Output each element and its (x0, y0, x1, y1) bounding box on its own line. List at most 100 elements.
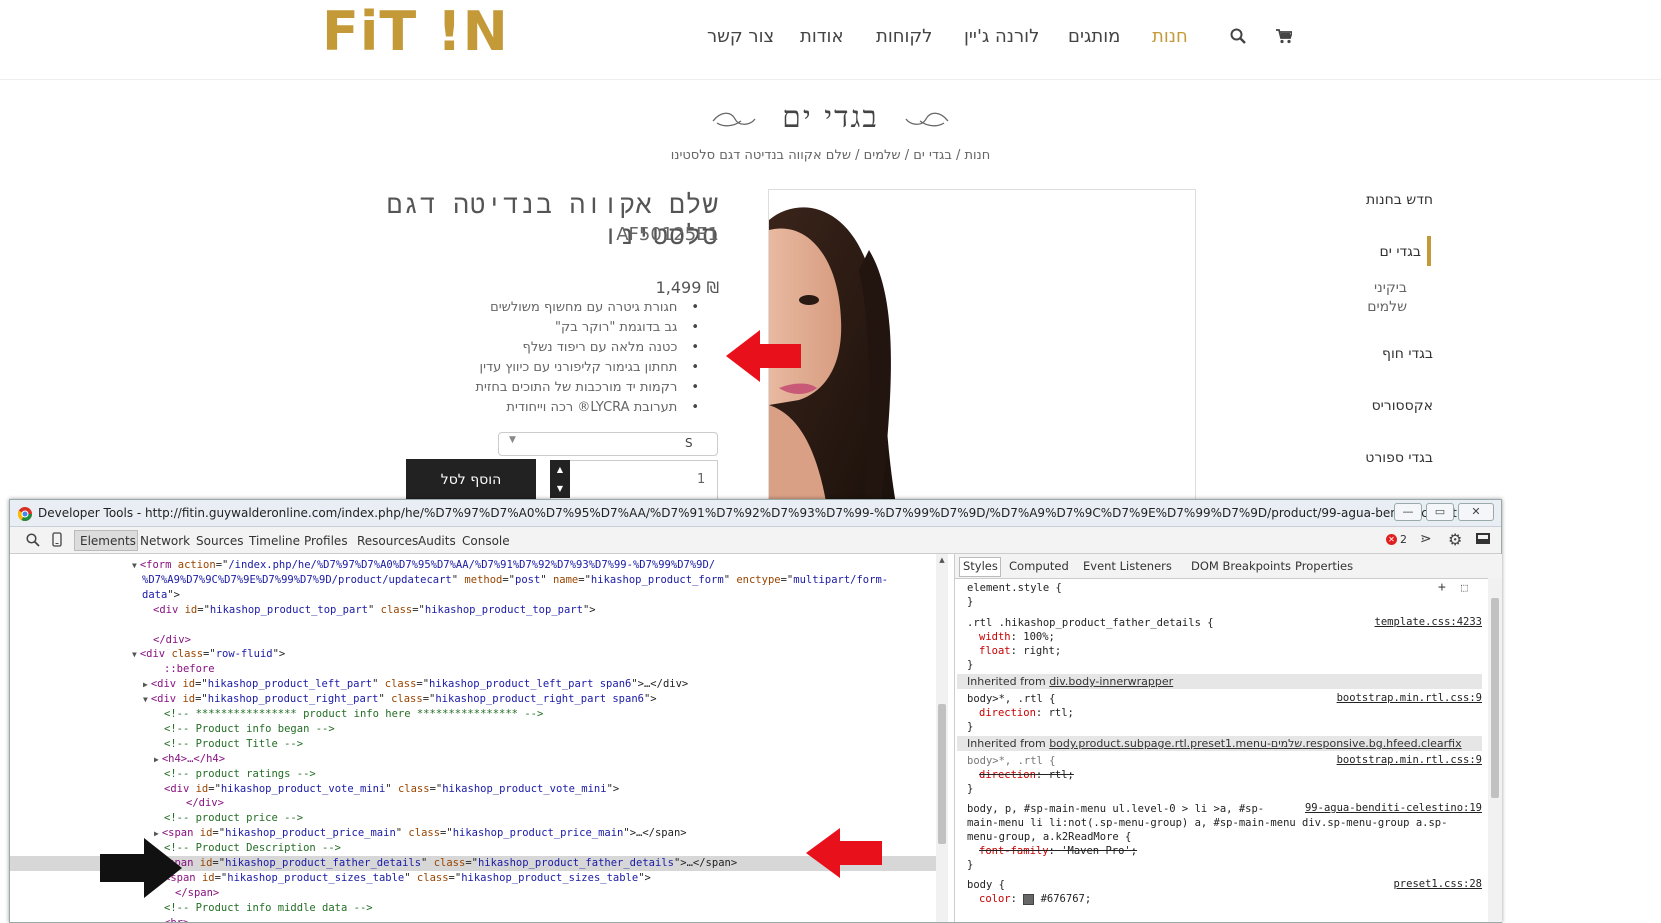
stepper-up-icon[interactable]: ▲ (550, 460, 570, 479)
dom-node-line[interactable]: <!-- Product Title --> (164, 737, 303, 752)
tab-timeline[interactable]: Timeline (249, 534, 300, 548)
rule4-selector[interactable]: body, p, #sp-main-menu ul.level-0 > li >… (967, 802, 1264, 816)
dom-node-line[interactable]: <!-- Product info middle data --> (164, 901, 373, 916)
tab-dom-breakpoints[interactable]: DOM Breakpoints (1191, 559, 1291, 573)
dom-node-line[interactable]: <span id="hikashop_product_sizes_table" … (164, 871, 651, 886)
rule5-selector[interactable]: body { (967, 878, 1005, 892)
tab-profiles[interactable]: Profiles (304, 534, 348, 548)
quantity-input[interactable]: 1 (550, 460, 718, 500)
element-style-selector[interactable]: element.style { (967, 581, 1062, 595)
dom-node-line[interactable]: ▶ <span id="hikashop_product_price_main" … (154, 826, 687, 841)
dom-node-line[interactable]: ▶ <h4>…</h4> (154, 752, 225, 767)
search-icon[interactable] (1230, 28, 1246, 48)
dom-node-line[interactable]: <!-- product price --> (164, 811, 303, 826)
dom-node-line[interactable]: %D7%A9%D7%9C%D7%9E%D7%99%D7%9D/product/u… (142, 573, 888, 588)
dom-node-line[interactable]: <!-- **************** product info here … (164, 707, 543, 722)
sidebar-item-beachwear[interactable]: בגדי חוף (1382, 346, 1433, 362)
add-to-cart-button[interactable]: הוסף לסל (406, 459, 536, 501)
sidebar-item-new[interactable]: חדש בחנות (1366, 192, 1433, 208)
tab-properties[interactable]: Properties (1295, 559, 1353, 573)
sidebar-item-accessories[interactable]: אקססוריס (1372, 398, 1433, 414)
error-icon[interactable]: ✕ (1386, 534, 1397, 545)
dom-node-line[interactable]: </div> (186, 796, 224, 811)
styles-panel[interactable]: Styles Computed Event Listeners DOM Brea… (954, 554, 1502, 922)
sidebar-item-swimwear[interactable]: בגדי ים (1379, 244, 1421, 260)
inspect-search-icon[interactable] (26, 532, 40, 551)
product-image[interactable] (768, 189, 1196, 521)
styles-scrollbar-thumb[interactable] (1491, 598, 1499, 798)
color-swatch[interactable] (1023, 893, 1035, 905)
rule5-source-link[interactable]: preset1.css:28 (1393, 878, 1482, 890)
expand-arrow-icon[interactable]: ▶ (154, 829, 159, 838)
quantity-stepper[interactable]: ▲ ▼ (550, 460, 570, 498)
rule1-source-link[interactable]: template.css:4233 (1375, 616, 1482, 628)
expand-arrow-icon[interactable]: ▶ (154, 755, 159, 764)
dom-node-line[interactable]: ::before (164, 662, 215, 677)
show-drawer-icon[interactable]: ⋗ (1420, 531, 1432, 547)
nav-contact[interactable]: צור קשר (707, 26, 774, 47)
rule1-selector[interactable]: .rtl .hikashop_product_father_details { (967, 616, 1214, 630)
dom-node-line[interactable]: data"> (142, 588, 180, 603)
collapse-arrow-icon[interactable]: ▼ (132, 561, 137, 570)
collapse-arrow-icon[interactable]: ▼ (132, 650, 137, 659)
error-count[interactable]: 2 (1400, 533, 1407, 546)
dock-icon[interactable] (1476, 533, 1490, 544)
cart-icon[interactable] (1276, 29, 1294, 48)
rule3-selector[interactable]: body>*, .rtl { (967, 754, 1056, 768)
rule1-prop-width[interactable]: width: 100%; (979, 630, 1055, 644)
expand-arrow-icon[interactable]: ▶ (143, 680, 148, 689)
dom-node-line[interactable]: ▼ <div id="hikashop_product_right_part" c… (143, 692, 657, 707)
nav-lorna-jane[interactable]: לורנה ג'יין (964, 26, 1039, 47)
tab-elements[interactable]: Elements (80, 534, 136, 548)
dom-node-line[interactable]: </div> (153, 633, 191, 648)
rule1-prop-float[interactable]: float: right; (979, 644, 1061, 658)
breadcrumb[interactable]: חנות / בגדי ים / שלמים / שלם אקווה בנדיט… (0, 148, 1661, 163)
dom-scrollbar[interactable]: ▲ (936, 554, 948, 922)
tab-event-listeners[interactable]: Event Listeners (1083, 559, 1172, 573)
tab-computed[interactable]: Computed (1009, 559, 1069, 573)
rule2-selector[interactable]: body>*, .rtl { (967, 692, 1056, 706)
stepper-down-icon[interactable]: ▼ (550, 479, 570, 498)
rule4-source-link[interactable]: 99-agua-benditi-celestino:19 (1305, 802, 1482, 814)
dom-node-line[interactable]: ▼ <div class="row-fluid"> (132, 647, 285, 662)
dom-node-line[interactable]: <div id="hikashop_product_top_part" clas… (153, 603, 596, 618)
styles-scrollbar[interactable] (1488, 578, 1502, 922)
site-logo[interactable]: FiT !N (322, 2, 509, 62)
dom-node-line[interactable]: ▶ <div id="hikashop_product_left_part" cl… (143, 677, 688, 692)
dom-node-line[interactable]: <!-- Product info began --> (164, 722, 335, 737)
dom-node-line[interactable]: ▼ <form action="/index.php/he/%D7%97%D7%A… (132, 558, 715, 573)
tab-resources[interactable]: Resources (357, 534, 418, 548)
nav-clients[interactable]: לקוחות (876, 26, 932, 47)
size-select[interactable]: ▼ S (498, 432, 718, 456)
sidebar-item-one-piece[interactable]: שלמים (1367, 299, 1407, 315)
collapse-arrow-icon[interactable]: ▼ (143, 695, 148, 704)
tab-sources[interactable]: Sources (196, 534, 243, 548)
dom-scrollbar-thumb[interactable] (938, 704, 946, 844)
close-button[interactable]: ✕ (1458, 503, 1494, 521)
nav-about[interactable]: אודות (800, 26, 844, 47)
rule4-prop[interactable]: font-family: 'Maven Pro'; (979, 844, 1137, 858)
dom-node-selected[interactable]: ▶<span id="hikashop_product_father_detai… (154, 856, 737, 871)
maximize-button[interactable]: ▭ (1426, 503, 1454, 521)
sidebar-item-sportswear[interactable]: בגדי ספורט (1365, 450, 1433, 466)
tab-styles[interactable]: Styles (963, 559, 998, 573)
add-rule-icon[interactable]: + (1438, 580, 1446, 595)
rule3-source-link[interactable]: bootstrap.min.rtl.css:9 (1337, 754, 1482, 766)
rule3-prop[interactable]: direction: rtl; (979, 768, 1074, 782)
nav-shop[interactable]: חנות (1152, 26, 1188, 47)
tab-network[interactable]: Network (140, 534, 190, 548)
minimize-button[interactable]: — (1394, 503, 1422, 521)
rule2-source-link[interactable]: bootstrap.min.rtl.css:9 (1337, 692, 1482, 704)
rule2-prop[interactable]: direction: rtl; (979, 706, 1074, 720)
device-mode-icon[interactable] (52, 532, 62, 551)
dom-node-line[interactable]: <!-- product ratings --> (164, 767, 316, 782)
dom-node-line[interactable]: <!-- Product Description --> (164, 841, 341, 856)
dom-node-line[interactable]: <div id="hikashop_product_vote_mini" cla… (164, 782, 619, 797)
sidebar-item-bikini[interactable]: ביקיני (1374, 280, 1407, 296)
devtools-titlebar[interactable]: Developer Tools - http://fitin.guywalder… (10, 500, 1501, 527)
rule5-prop[interactable]: color: #676767; (979, 892, 1091, 906)
dom-node-line[interactable]: <br> (164, 916, 189, 922)
gear-icon[interactable]: ⚙ (1448, 530, 1462, 549)
tab-audits[interactable]: Audits (418, 534, 456, 548)
nav-brands[interactable]: מותגים (1068, 26, 1120, 47)
